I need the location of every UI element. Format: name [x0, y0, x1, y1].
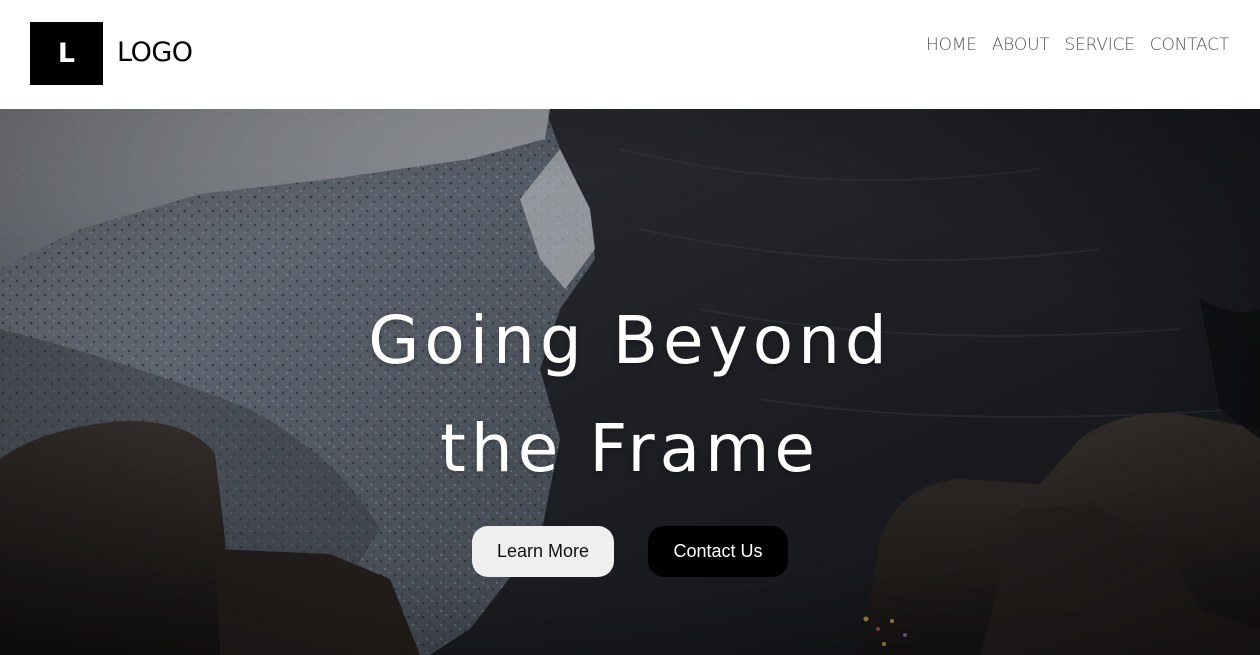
main-nav: HOME ABOUT SERVICE CONTACT	[926, 33, 1229, 57]
nav-link-contact[interactable]: CONTACT	[1150, 33, 1229, 57]
hero-section: Going Beyond the Frame Learn More Contac…	[0, 109, 1260, 655]
nav-link-service[interactable]: SERVICE	[1065, 33, 1135, 57]
hero-title: Going Beyond the Frame	[230, 287, 1030, 503]
logo-mark[interactable]: L	[30, 22, 103, 85]
contact-us-button[interactable]: Contact Us	[648, 526, 788, 577]
site-header: L LOGO HOME ABOUT SERVICE CONTACT	[0, 0, 1260, 109]
hero-title-line1: Going Beyond	[368, 302, 892, 379]
logo-text[interactable]: LOGO	[117, 34, 193, 72]
hero-title-line2: the Frame	[440, 410, 820, 487]
logo-mark-letter: L	[57, 38, 76, 69]
nav-link-about[interactable]: ABOUT	[992, 33, 1050, 57]
nav-link-home[interactable]: HOME	[926, 33, 977, 57]
learn-more-button[interactable]: Learn More	[472, 526, 614, 577]
